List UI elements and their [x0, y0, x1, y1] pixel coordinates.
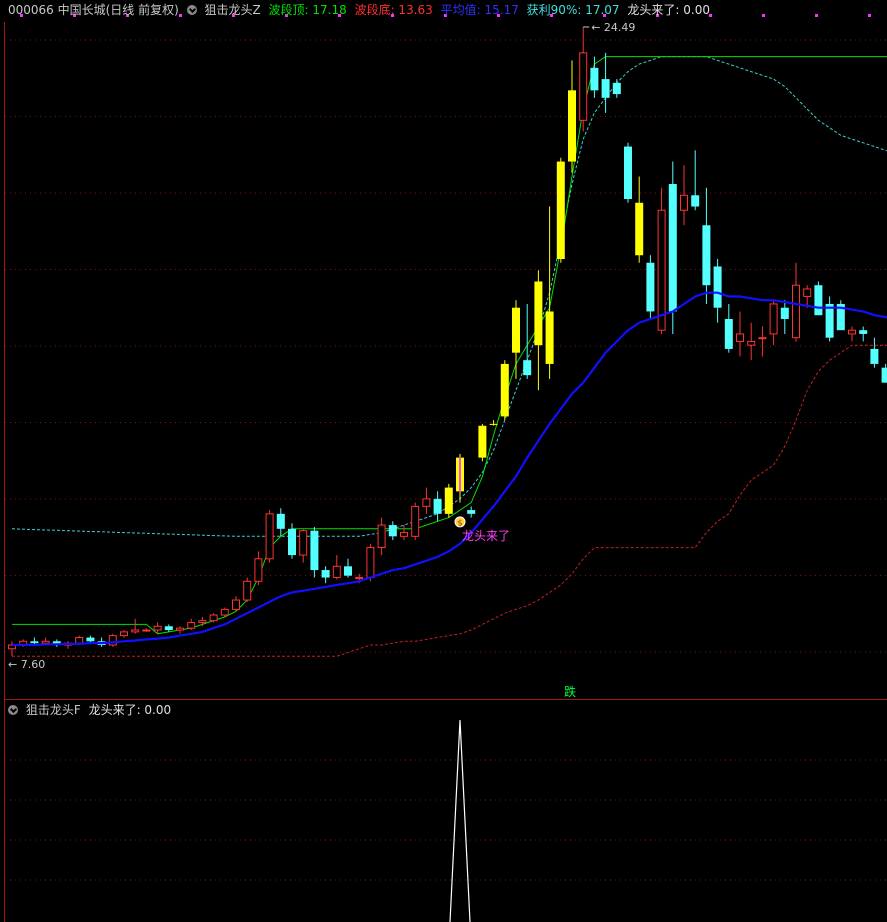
candle-body — [635, 202, 644, 256]
sub-dragon-value: 龙头来了: 0.00 — [88, 703, 172, 717]
candle-body — [500, 363, 509, 417]
candle-body — [702, 225, 711, 286]
candle-body — [590, 67, 599, 91]
candle-body — [444, 487, 453, 514]
candle-body — [859, 330, 868, 334]
average-value: 平均值: 15.17 — [440, 3, 519, 17]
top-marker — [815, 14, 818, 17]
candle-body — [310, 530, 319, 571]
wave-top-line — [12, 56, 887, 635]
top-marker — [868, 14, 871, 17]
candle-body — [624, 146, 632, 200]
candle-body — [254, 558, 263, 582]
stock-title: 000066 中国长城(日线 前复权) — [8, 3, 179, 17]
candle-body — [142, 629, 151, 632]
candle-body — [332, 565, 341, 579]
candle-body — [41, 640, 50, 644]
candle-body — [646, 262, 655, 312]
candle-body — [75, 637, 84, 644]
candle-body — [489, 423, 498, 425]
candle-body — [288, 528, 296, 556]
candle-body — [467, 510, 476, 514]
candle-body — [769, 303, 778, 335]
candle-body — [523, 360, 532, 376]
candle-body — [86, 637, 95, 642]
candle-body — [377, 524, 386, 549]
candle-body — [433, 498, 442, 514]
candle-body — [545, 311, 554, 364]
sub-indicator-name: 狙击龙头F — [25, 703, 81, 717]
candle-body — [120, 631, 128, 637]
candle-body — [265, 513, 274, 560]
candle-body — [601, 79, 610, 98]
candle-body — [232, 599, 240, 610]
fall-label: 跌 — [564, 684, 576, 699]
candle-body — [366, 547, 375, 579]
candle-body — [803, 288, 812, 297]
signal-candle-stripe — [459, 457, 461, 492]
candle-body — [131, 629, 140, 633]
candle-body — [355, 577, 364, 580]
signal-label: 龙头来了 — [462, 529, 510, 543]
candle-body — [792, 284, 800, 339]
candle-body — [176, 627, 184, 631]
low-price-label: ← 7.60 — [8, 658, 45, 671]
candle-body — [724, 318, 733, 349]
candle-body — [164, 626, 173, 631]
wave-top-value: 波段顶: 17.18 — [268, 3, 347, 17]
top-marker — [762, 14, 765, 17]
dragon-value: 龙头来了: 0.00 — [627, 3, 710, 17]
candle-body — [512, 307, 520, 353]
candle-body — [153, 625, 162, 631]
candle-body — [680, 194, 688, 211]
candle-body — [321, 570, 330, 578]
candle-body — [579, 52, 588, 121]
resistance-dashed-line — [11, 56, 887, 537]
candle-body — [243, 580, 252, 601]
candle-body — [478, 425, 487, 458]
candle-body — [276, 513, 285, 529]
candle-body — [814, 285, 823, 316]
candle-body — [30, 641, 39, 644]
settings-gear-icon[interactable] — [186, 5, 197, 15]
sub-signal-spike — [449, 719, 471, 922]
signal-coin-glyph: $ — [457, 518, 462, 527]
candle-body — [657, 209, 666, 331]
candle-body — [825, 303, 834, 338]
sub-settings-gear-icon[interactable] — [8, 705, 18, 715]
kline-chart[interactable]: ← 24.49 ← 7.60 $龙头来了跌 — [0, 0, 887, 922]
candle-body — [870, 348, 879, 364]
high-price-label: ← 24.49 — [591, 21, 635, 34]
indicator-name: 狙击龙头Z — [204, 3, 261, 17]
wave-bottom-value: 波段底: 13.63 — [354, 3, 433, 17]
candle-body — [388, 525, 397, 537]
candle-body — [612, 82, 621, 95]
candle-body — [568, 90, 576, 162]
candle-body — [198, 620, 207, 624]
candle-body — [220, 608, 229, 616]
candle-body — [556, 161, 565, 259]
candle-body — [736, 333, 744, 342]
candle-body — [400, 532, 408, 537]
candle-body — [747, 340, 756, 346]
candle-body — [691, 195, 700, 207]
candle-body — [534, 281, 543, 346]
sub-header: 狙击龙头F 龙头来了: 0.00 — [8, 703, 175, 717]
candle-body — [187, 622, 196, 629]
candle-body — [209, 614, 218, 622]
candle-body — [422, 498, 431, 507]
profit-value: 获利90%: 17.07 — [526, 3, 620, 17]
candle-body — [758, 337, 767, 340]
candle-body — [881, 367, 887, 383]
main-header: 000066 中国长城(日线 前复权) 狙击龙头Z 波段顶: 17.18 波段底… — [8, 3, 714, 17]
candle-body — [668, 184, 677, 312]
candle-body — [299, 530, 308, 556]
candle-body — [780, 307, 789, 319]
candle-body — [713, 266, 722, 308]
candle-body — [848, 329, 856, 335]
candle-body — [344, 566, 352, 576]
candle-body — [411, 505, 420, 537]
